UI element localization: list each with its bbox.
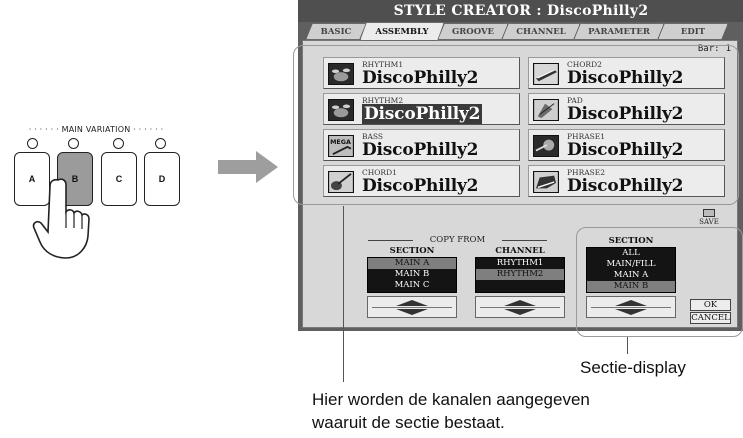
copy-channel-header: CHANNEL (495, 246, 545, 256)
screen-title: STYLE CREATOR : DiscoPhilly2 (298, 0, 743, 22)
down-arrow-icon[interactable] (396, 309, 428, 315)
section-display-caption: Sectie-display (580, 358, 686, 377)
tab-assembly[interactable]: ASSEMBLY (360, 22, 444, 41)
copy-section-list[interactable]: MAIN A MAIN B MAIN C (367, 257, 457, 293)
main-variation-button-c[interactable]: C (101, 152, 137, 206)
list-item[interactable]: MAIN C (368, 280, 456, 291)
tab-edit[interactable]: EDIT (658, 23, 728, 40)
tab-bar: BASIC ASSEMBLY GROOVE CHANNEL PARAMETER … (306, 22, 740, 40)
led-d (155, 138, 166, 149)
led-c (113, 138, 124, 149)
section-leader-line (627, 337, 628, 354)
right-arrow-icon (218, 151, 278, 183)
floppy-disk-icon (703, 209, 715, 217)
tab-parameter[interactable]: PARAMETER (574, 23, 664, 40)
tab-channel[interactable]: CHANNEL (502, 23, 580, 40)
copy-channel-list[interactable]: RHYTHM1 RHYTHM2 (475, 257, 565, 293)
channels-callout-outline (293, 45, 739, 205)
list-item[interactable]: MAIN A (368, 258, 456, 269)
copy-section-header: SECTION (389, 246, 435, 256)
down-arrow-icon[interactable] (504, 309, 536, 315)
copy-channel-spinner[interactable] (475, 296, 565, 318)
list-item[interactable]: MAIN B (368, 269, 456, 280)
section-callout-outline (576, 227, 743, 337)
channels-caption-line-2: waaruit de sectie bestaat. (312, 413, 505, 432)
list-item[interactable]: RHYTHM2 (476, 269, 564, 280)
pointing-hand-icon (32, 178, 90, 259)
copy-from-label: COPY FROM (366, 235, 549, 245)
up-arrow-icon[interactable] (504, 300, 536, 306)
up-arrow-icon[interactable] (396, 300, 428, 306)
list-item[interactable]: RHYTHM1 (476, 258, 564, 269)
main-variation-button-d[interactable]: D (144, 152, 180, 206)
led-b (68, 138, 79, 149)
save-button[interactable]: SAVE (691, 209, 727, 229)
main-variation-label: · · · · · · MAIN VARIATION · · · · · · (28, 125, 164, 134)
led-a (27, 138, 38, 149)
copy-section-spinner[interactable] (367, 296, 457, 318)
tab-groove[interactable]: GROOVE (438, 23, 508, 40)
channels-leader-line (343, 206, 344, 382)
tab-basic[interactable]: BASIC (306, 23, 366, 40)
channels-caption-line-1: Hier worden de kanalen aangegeven (312, 390, 590, 409)
